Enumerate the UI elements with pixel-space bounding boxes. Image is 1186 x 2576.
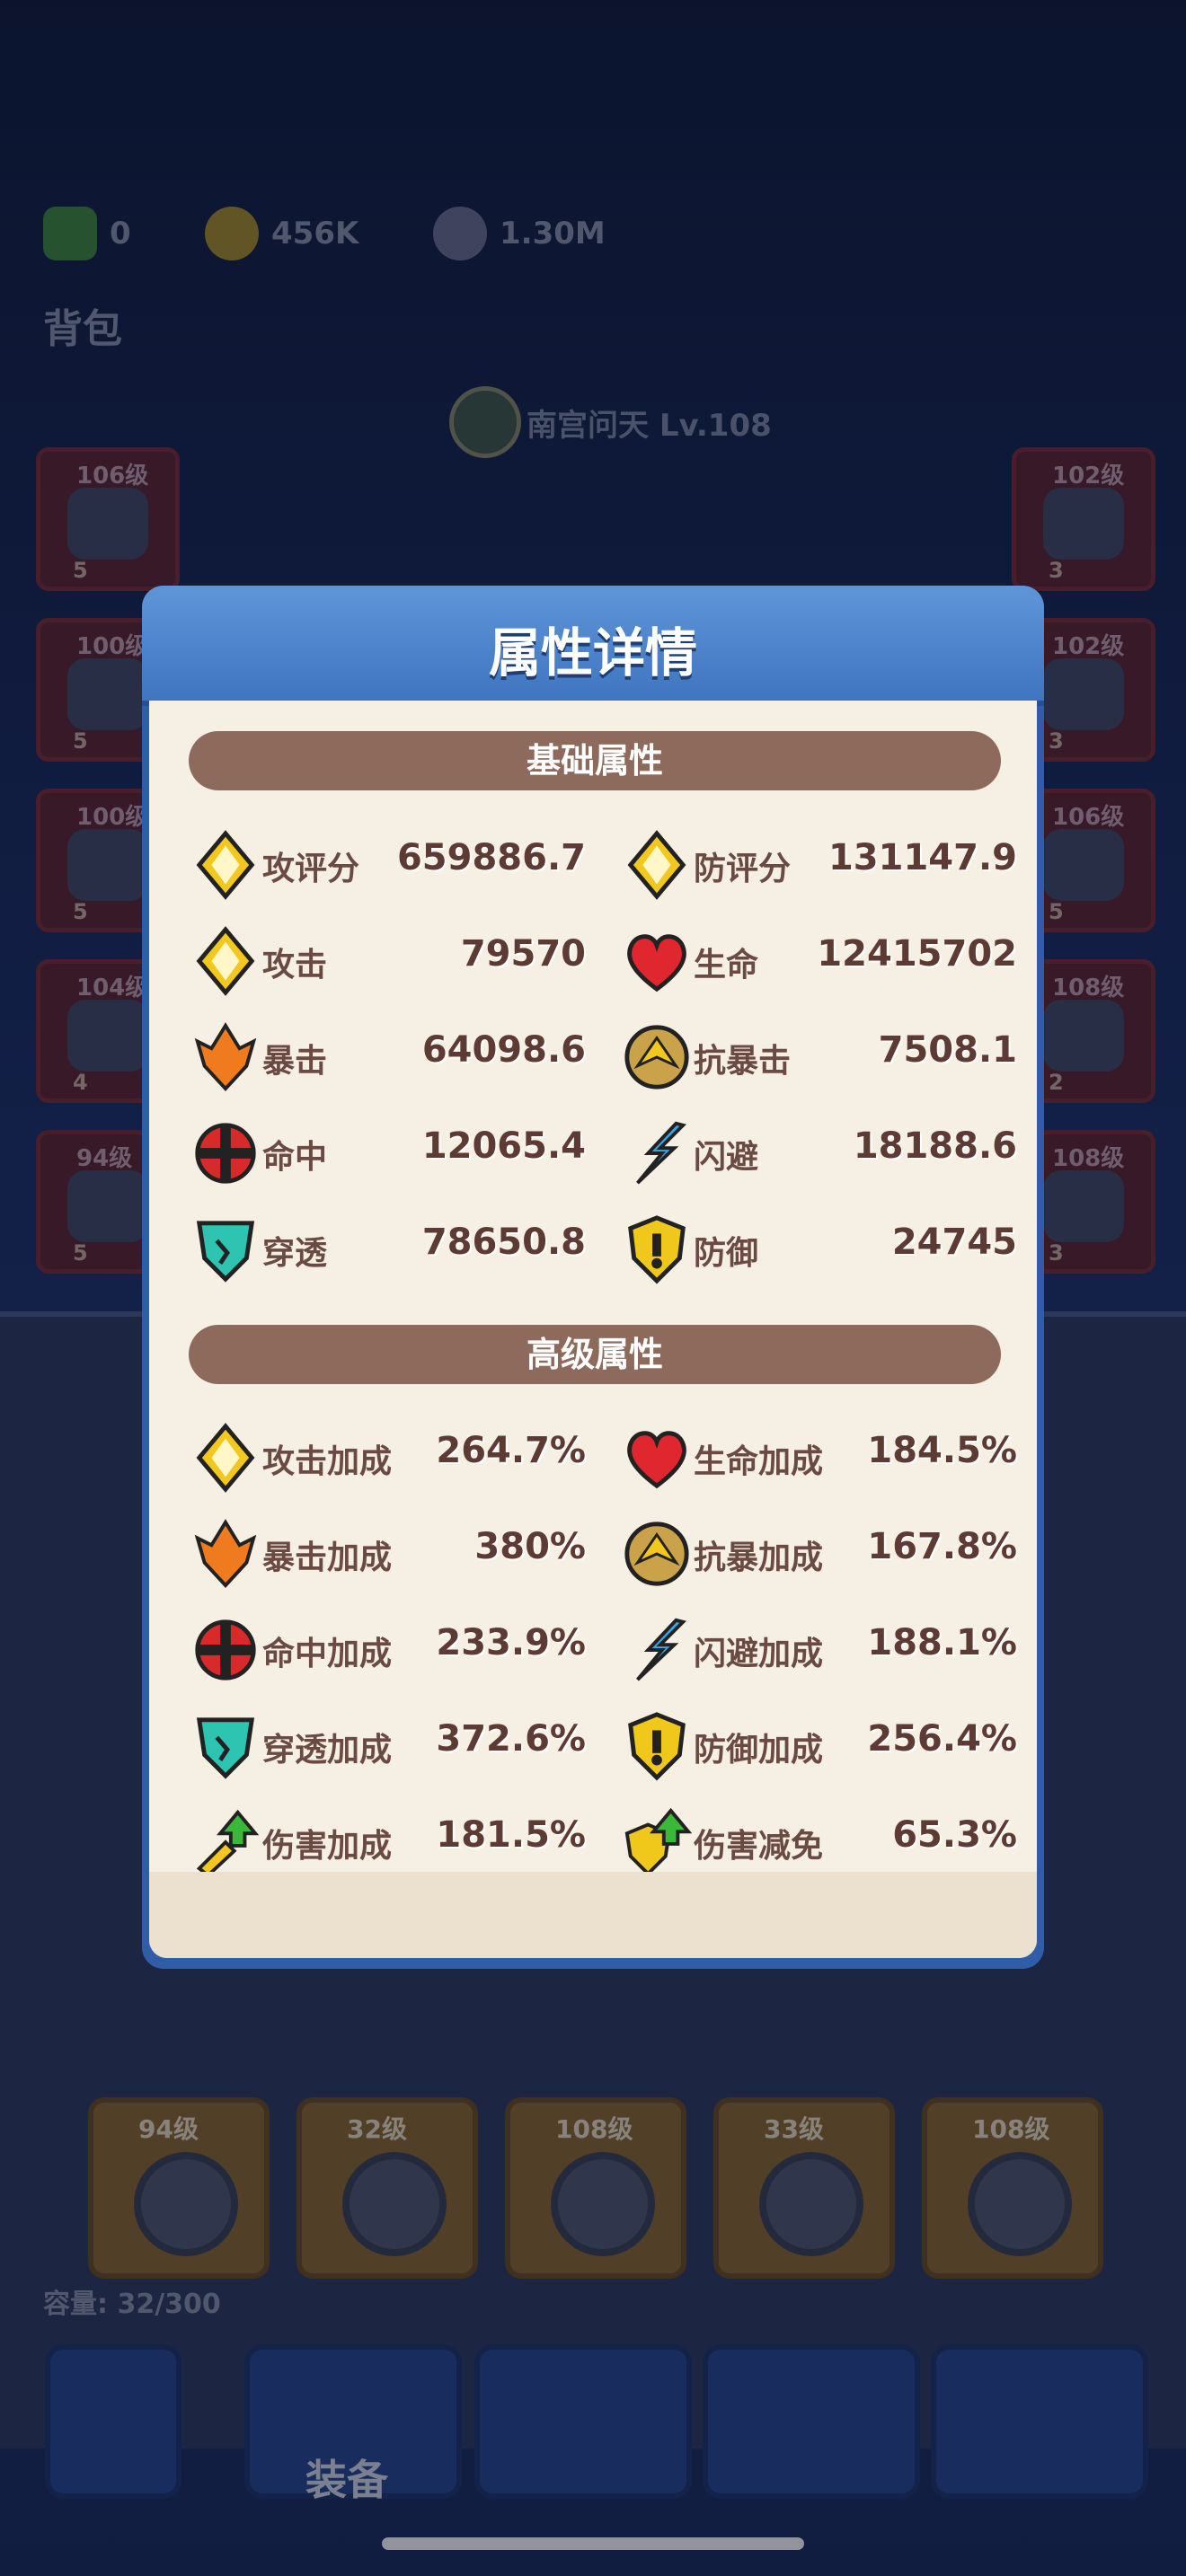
defense-score-icon bbox=[622, 830, 692, 900]
attribute-row: 防评分 131147.9 bbox=[622, 826, 1017, 900]
attribute-row: 生命 12415702 bbox=[622, 922, 1017, 994]
heart-icon bbox=[622, 926, 692, 996]
attribute-value: 380% bbox=[474, 1526, 586, 1567]
attribute-row: 穿透加成 372.6% bbox=[190, 1707, 586, 1779]
basic-section-header: 基础属性 bbox=[189, 731, 1001, 790]
attribute-row: 防御加成 256.4% bbox=[622, 1707, 1017, 1781]
dodge-icon bbox=[622, 1118, 692, 1188]
attack-icon bbox=[190, 1423, 261, 1493]
attribute-row: 暴击 64098.6 bbox=[190, 1019, 586, 1092]
attribute-row: 闪避加成 188.1% bbox=[622, 1611, 1017, 1683]
crit-icon bbox=[190, 1519, 261, 1589]
attribute-value: 256.4% bbox=[867, 1718, 1017, 1760]
attribute-row: 穿透 78650.8 bbox=[190, 1211, 586, 1283]
attribute-row: 攻击加成 264.7% bbox=[190, 1419, 586, 1493]
dialog-header: 属性详情 bbox=[142, 586, 1044, 706]
attribute-value: 184.5% bbox=[867, 1430, 1017, 1471]
attribute-row: 闪避 18188.6 bbox=[622, 1115, 1017, 1187]
attribute-name: 抗暴击 bbox=[694, 1043, 792, 1080]
attribute-name: 攻击加成 bbox=[262, 1443, 393, 1480]
attribute-value: 264.7% bbox=[436, 1430, 586, 1471]
attribute-name: 抗暴加成 bbox=[694, 1539, 824, 1576]
attribute-value: 659886.7 bbox=[396, 837, 586, 878]
damage-up-icon bbox=[190, 1807, 261, 1878]
pierce-icon bbox=[190, 1214, 261, 1284]
shield-icon bbox=[622, 1214, 692, 1284]
dodge-icon bbox=[622, 1615, 692, 1685]
attribute-name: 闪避 bbox=[694, 1139, 759, 1176]
hit-icon bbox=[190, 1118, 261, 1188]
attribute-value: 64098.6 bbox=[421, 1029, 586, 1071]
crit-resist-icon bbox=[622, 1519, 692, 1589]
attribute-value: 79570 bbox=[460, 933, 586, 975]
attribute-value: 372.6% bbox=[436, 1718, 586, 1760]
hit-icon bbox=[190, 1615, 261, 1685]
attribute-value: 18188.6 bbox=[853, 1125, 1017, 1167]
dialog-title: 属性详情 bbox=[488, 622, 697, 684]
crit-resist-icon bbox=[622, 1022, 692, 1092]
attribute-name: 防评分 bbox=[694, 851, 792, 887]
attribute-row: 伤害加成 181.5% bbox=[190, 1804, 586, 1878]
dialog-body: 基础属性 攻评分 659886.7 防评分 131147.9 攻击 79570 生命 1241… bbox=[149, 701, 1037, 1958]
attribute-value: 131147.9 bbox=[828, 837, 1017, 878]
attribute-row: 防御 24745 bbox=[622, 1211, 1017, 1284]
attribute-name: 防御 bbox=[694, 1235, 759, 1272]
attribute-name: 生命 bbox=[694, 947, 759, 984]
attribute-name: 穿透加成 bbox=[262, 1732, 393, 1769]
attribute-name: 命中 bbox=[262, 1139, 328, 1176]
attribute-row: 生命加成 184.5% bbox=[622, 1419, 1017, 1491]
attribute-row: 伤害减免 65.3% bbox=[622, 1804, 1017, 1877]
attribute-row: 抗暴加成 167.8% bbox=[622, 1515, 1017, 1587]
attribute-value: 181.5% bbox=[436, 1814, 586, 1856]
attribute-value: 24745 bbox=[891, 1222, 1017, 1263]
attribute-value: 7508.1 bbox=[878, 1029, 1017, 1071]
attribute-name: 攻评分 bbox=[262, 851, 360, 887]
attribute-name: 伤害加成 bbox=[262, 1828, 393, 1865]
attribute-value: 233.9% bbox=[436, 1622, 586, 1663]
attack-score-icon bbox=[190, 830, 261, 900]
attribute-row: 抗暴击 7508.1 bbox=[622, 1019, 1017, 1090]
attribute-detail-dialog: 属性详情 基础属性 攻评分 659886.7 防评分 131147.9 攻击 79570 生… bbox=[142, 586, 1044, 1969]
attribute-name: 穿透 bbox=[262, 1235, 328, 1272]
attribute-name: 暴击 bbox=[262, 1043, 328, 1080]
attribute-name: 暴击加成 bbox=[262, 1539, 393, 1576]
attribute-name: 命中加成 bbox=[262, 1636, 393, 1672]
attribute-value: 12065.4 bbox=[421, 1125, 586, 1167]
attribute-value: 167.8% bbox=[867, 1526, 1017, 1567]
attribute-row: 命中 12065.4 bbox=[190, 1115, 586, 1187]
advanced-section-header: 高级属性 bbox=[189, 1325, 1001, 1384]
attribute-value: 188.1% bbox=[867, 1622, 1017, 1663]
attribute-value: 78650.8 bbox=[421, 1222, 586, 1263]
attribute-row: 攻评分 659886.7 bbox=[190, 826, 586, 900]
advanced-section-label: 高级属性 bbox=[526, 1335, 663, 1374]
damage-reduce-icon bbox=[622, 1807, 693, 1877]
attribute-name: 攻击 bbox=[262, 947, 328, 984]
attribute-value: 65.3% bbox=[892, 1814, 1017, 1856]
attribute-name: 生命加成 bbox=[694, 1443, 824, 1480]
pierce-icon bbox=[190, 1711, 261, 1781]
heart-icon bbox=[622, 1423, 692, 1493]
attribute-name: 防御加成 bbox=[694, 1732, 824, 1769]
basic-section-label: 基础属性 bbox=[526, 741, 663, 781]
attribute-name: 闪避加成 bbox=[694, 1636, 824, 1672]
attribute-row: 攻击 79570 bbox=[190, 922, 586, 996]
shield-icon bbox=[622, 1711, 692, 1781]
crit-icon bbox=[190, 1022, 261, 1092]
attribute-row: 暴击加成 380% bbox=[190, 1515, 586, 1589]
attack-icon bbox=[190, 926, 261, 996]
attribute-value: 12415702 bbox=[817, 933, 1017, 975]
attribute-row: 命中加成 233.9% bbox=[190, 1611, 586, 1683]
attribute-name: 伤害减免 bbox=[694, 1828, 824, 1865]
dialog-footer-decoration bbox=[149, 1872, 1037, 1958]
